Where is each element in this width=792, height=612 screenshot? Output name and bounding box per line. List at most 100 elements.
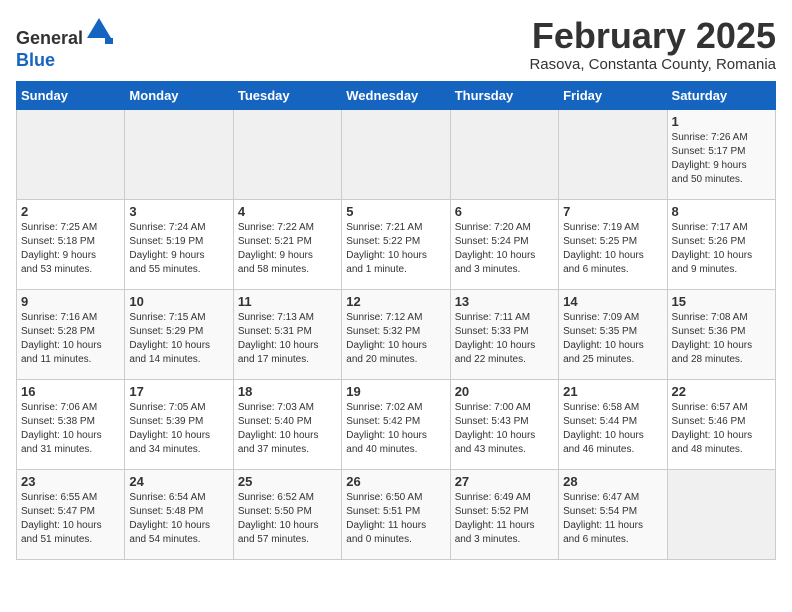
page-header: General Blue February 2025 Rasova, Const… xyxy=(16,16,776,73)
day-number: 1 xyxy=(672,114,771,129)
day-number: 11 xyxy=(238,294,337,309)
day-info: Sunrise: 7:25 AM Sunset: 5:18 PM Dayligh… xyxy=(21,221,120,277)
day-number: 10 xyxy=(129,294,228,309)
calendar-day-cell xyxy=(667,469,775,559)
day-info: Sunrise: 6:52 AM Sunset: 5:50 PM Dayligh… xyxy=(238,491,337,547)
day-number: 18 xyxy=(238,384,337,399)
day-info: Sunrise: 7:00 AM Sunset: 5:43 PM Dayligh… xyxy=(455,401,554,457)
day-number: 15 xyxy=(672,294,771,309)
calendar-day-cell: 4Sunrise: 7:22 AM Sunset: 5:21 PM Daylig… xyxy=(233,199,341,289)
calendar-day-cell xyxy=(450,109,558,199)
day-info: Sunrise: 7:21 AM Sunset: 5:22 PM Dayligh… xyxy=(346,221,445,277)
day-info: Sunrise: 7:22 AM Sunset: 5:21 PM Dayligh… xyxy=(238,221,337,277)
day-info: Sunrise: 7:05 AM Sunset: 5:39 PM Dayligh… xyxy=(129,401,228,457)
calendar-week-row: 23 Sunrise: 6:55 AM Sunset: 5:47 PM Dayli… xyxy=(17,469,776,559)
day-info: Sunrise: 7:12 AM Sunset: 5:32 PM Dayligh… xyxy=(346,311,445,367)
calendar-day-cell: 16 Sunrise: 7:06 AM Sunset: 5:38 PM Dayli… xyxy=(17,379,125,469)
calendar-week-row: 1 Sunrise: 7:26 AM Sunset: 5:17 PM Daylig… xyxy=(17,109,776,199)
calendar-day-cell: 23 Sunrise: 6:55 AM Sunset: 5:47 PM Dayli… xyxy=(17,469,125,559)
month-title: February 2025 xyxy=(529,16,776,56)
logo-blue: Blue xyxy=(16,50,55,70)
calendar-day-cell: 9 Sunrise: 7:16 AM Sunset: 5:28 PM Daylig… xyxy=(17,289,125,379)
day-info: Sunrise: 7:03 AM Sunset: 5:40 PM Dayligh… xyxy=(238,401,337,457)
logo: General Blue xyxy=(16,16,113,71)
day-info: Sunrise: 7:13 AM Sunset: 5:31 PM Dayligh… xyxy=(238,311,337,367)
day-info: Sunrise: 7:11 AM Sunset: 5:33 PM Dayligh… xyxy=(455,311,554,367)
calendar-day-cell: 28 Sunrise: 6:47 AM Sunset: 5:54 PM Dayli… xyxy=(559,469,667,559)
day-info: Sunrise: 6:57 AM Sunset: 5:46 PM Dayligh… xyxy=(672,401,771,457)
day-number: 5 xyxy=(346,204,445,219)
title-block: February 2025 Rasova, Constanta County, … xyxy=(529,16,776,73)
day-of-week-header: Tuesday xyxy=(233,81,341,109)
day-info: Sunrise: 6:54 AM Sunset: 5:48 PM Dayligh… xyxy=(129,491,228,547)
day-number: 16 xyxy=(21,384,120,399)
day-number: 12 xyxy=(346,294,445,309)
calendar-day-cell: 5 Sunrise: 7:21 AM Sunset: 5:22 PM Daylig… xyxy=(342,199,450,289)
day-number: 6 xyxy=(455,204,554,219)
day-of-week-header: Saturday xyxy=(667,81,775,109)
day-info: Sunrise: 6:47 AM Sunset: 5:54 PM Dayligh… xyxy=(563,491,662,547)
day-number: 21 xyxy=(563,384,662,399)
calendar-day-cell: 14 Sunrise: 7:09 AM Sunset: 5:35 PM Dayli… xyxy=(559,289,667,379)
day-info: Sunrise: 6:58 AM Sunset: 5:44 PM Dayligh… xyxy=(563,401,662,457)
day-number: 9 xyxy=(21,294,120,309)
day-number: 7 xyxy=(563,204,662,219)
day-of-week-header: Thursday xyxy=(450,81,558,109)
day-of-week-header: Sunday xyxy=(17,81,125,109)
calendar-day-cell: 18 Sunrise: 7:03 AM Sunset: 5:40 PM Dayli… xyxy=(233,379,341,469)
day-info: Sunrise: 7:24 AM Sunset: 5:19 PM Dayligh… xyxy=(129,221,228,277)
day-info: Sunrise: 7:17 AM Sunset: 5:26 PM Dayligh… xyxy=(672,221,771,277)
day-info: Sunrise: 7:16 AM Sunset: 5:28 PM Dayligh… xyxy=(21,311,120,367)
calendar-week-row: 2 Sunrise: 7:25 AM Sunset: 5:18 PM Daylig… xyxy=(17,199,776,289)
calendar-day-cell: 2 Sunrise: 7:25 AM Sunset: 5:18 PM Daylig… xyxy=(17,199,125,289)
day-number: 24 xyxy=(129,474,228,489)
calendar-day-cell: 12 Sunrise: 7:12 AM Sunset: 5:32 PM Dayli… xyxy=(342,289,450,379)
day-number: 3 xyxy=(129,204,228,219)
day-info: Sunrise: 6:49 AM Sunset: 5:52 PM Dayligh… xyxy=(455,491,554,547)
day-info: Sunrise: 6:55 AM Sunset: 5:47 PM Dayligh… xyxy=(21,491,120,547)
day-number: 19 xyxy=(346,384,445,399)
calendar-day-cell xyxy=(125,109,233,199)
calendar-day-cell: 24 Sunrise: 6:54 AM Sunset: 5:48 PM Dayli… xyxy=(125,469,233,559)
day-number: 25 xyxy=(238,474,337,489)
calendar-week-row: 9 Sunrise: 7:16 AM Sunset: 5:28 PM Daylig… xyxy=(17,289,776,379)
location-subtitle: Rasova, Constanta County, Romania xyxy=(529,56,776,73)
calendar-day-cell: 10 Sunrise: 7:15 AM Sunset: 5:29 PM Dayli… xyxy=(125,289,233,379)
calendar-day-cell: 8 Sunrise: 7:17 AM Sunset: 5:26 PM Daylig… xyxy=(667,199,775,289)
logo-general: General xyxy=(16,28,83,48)
day-number: 14 xyxy=(563,294,662,309)
calendar-body: 1 Sunrise: 7:26 AM Sunset: 5:17 PM Daylig… xyxy=(17,109,776,559)
day-number: 22 xyxy=(672,384,771,399)
calendar-day-cell: 11 Sunrise: 7:13 AM Sunset: 5:31 PM Dayli… xyxy=(233,289,341,379)
day-info: Sunrise: 7:26 AM Sunset: 5:17 PM Dayligh… xyxy=(672,131,771,187)
day-number: 27 xyxy=(455,474,554,489)
calendar-day-cell xyxy=(342,109,450,199)
calendar-week-row: 16 Sunrise: 7:06 AM Sunset: 5:38 PM Dayli… xyxy=(17,379,776,469)
calendar-day-cell xyxy=(559,109,667,199)
day-number: 8 xyxy=(672,204,771,219)
calendar-day-cell: 19 Sunrise: 7:02 AM Sunset: 5:42 PM Dayli… xyxy=(342,379,450,469)
calendar-table: SundayMondayTuesdayWednesdayThursdayFrid… xyxy=(16,81,776,560)
day-info: Sunrise: 7:09 AM Sunset: 5:35 PM Dayligh… xyxy=(563,311,662,367)
day-number: 28 xyxy=(563,474,662,489)
day-number: 26 xyxy=(346,474,445,489)
day-info: Sunrise: 7:19 AM Sunset: 5:25 PM Dayligh… xyxy=(563,221,662,277)
day-number: 20 xyxy=(455,384,554,399)
day-info: Sunrise: 7:08 AM Sunset: 5:36 PM Dayligh… xyxy=(672,311,771,367)
calendar-day-cell xyxy=(17,109,125,199)
day-info: Sunrise: 6:50 AM Sunset: 5:51 PM Dayligh… xyxy=(346,491,445,547)
logo-icon xyxy=(85,16,113,44)
calendar-day-cell: 13Sunrise: 7:11 AM Sunset: 5:33 PM Dayli… xyxy=(450,289,558,379)
calendar-day-cell: 26 Sunrise: 6:50 AM Sunset: 5:51 PM Dayli… xyxy=(342,469,450,559)
calendar-header-row: SundayMondayTuesdayWednesdayThursdayFrid… xyxy=(17,81,776,109)
day-info: Sunrise: 7:15 AM Sunset: 5:29 PM Dayligh… xyxy=(129,311,228,367)
calendar-day-cell: 7 Sunrise: 7:19 AM Sunset: 5:25 PM Daylig… xyxy=(559,199,667,289)
day-number: 2 xyxy=(21,204,120,219)
day-of-week-header: Wednesday xyxy=(342,81,450,109)
calendar-day-cell: 22 Sunrise: 6:57 AM Sunset: 5:46 PM Dayli… xyxy=(667,379,775,469)
day-info: Sunrise: 7:02 AM Sunset: 5:42 PM Dayligh… xyxy=(346,401,445,457)
day-number: 23 xyxy=(21,474,120,489)
calendar-day-cell: 15 Sunrise: 7:08 AM Sunset: 5:36 PM Dayli… xyxy=(667,289,775,379)
calendar-day-cell: 6Sunrise: 7:20 AM Sunset: 5:24 PM Daylig… xyxy=(450,199,558,289)
day-info: Sunrise: 7:06 AM Sunset: 5:38 PM Dayligh… xyxy=(21,401,120,457)
